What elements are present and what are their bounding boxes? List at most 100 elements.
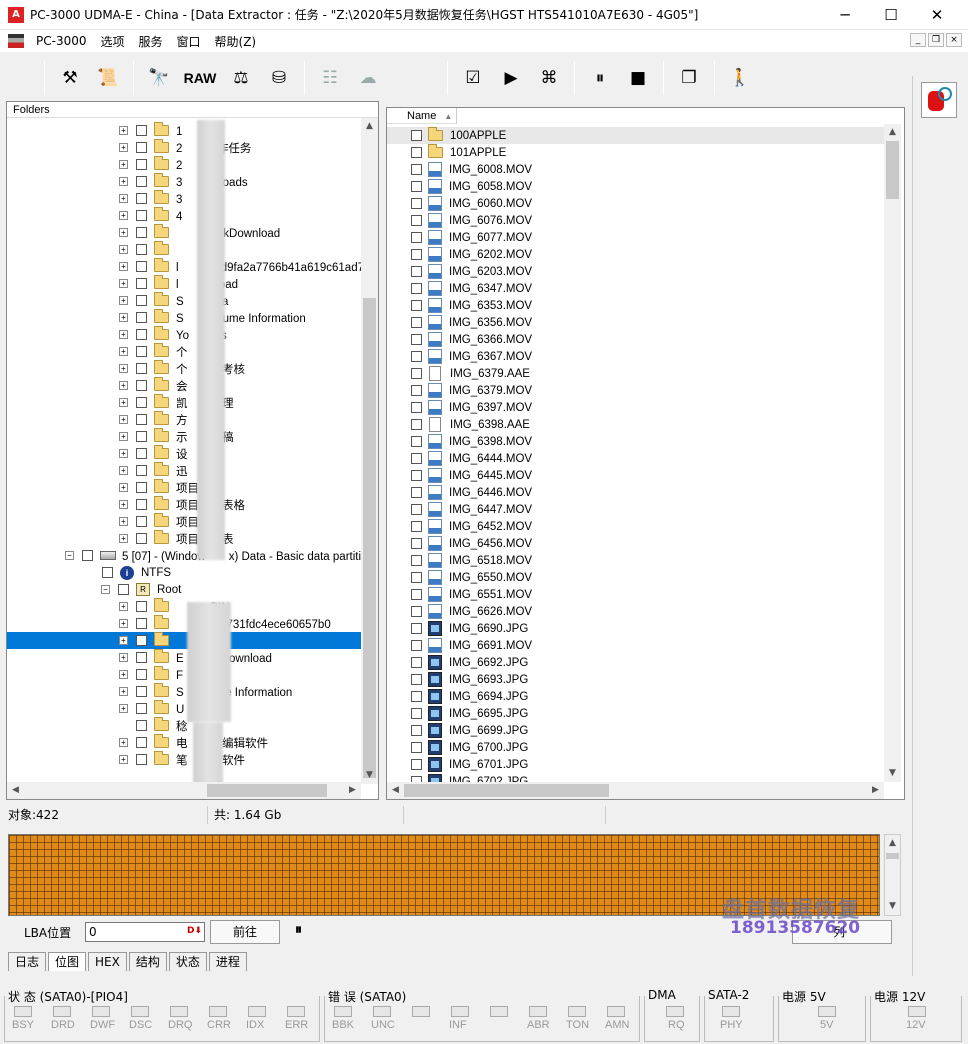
tree-checkbox[interactable] <box>136 380 147 391</box>
menu-help[interactable]: 帮助(Z) <box>208 33 264 50</box>
tree-checkbox[interactable] <box>136 516 147 527</box>
file-row[interactable]: IMG_6077.MOV <box>387 229 884 246</box>
tree-folder-item[interactable]: +3 i <box>119 190 208 207</box>
play-icon[interactable]: ▶ <box>492 60 530 96</box>
scroll-icon[interactable]: 📜 <box>89 60 127 96</box>
scroll-left-icon[interactable]: ◀ <box>7 782 24 799</box>
file-row[interactable]: IMG_6367.MOV <box>387 348 884 365</box>
file-row[interactable]: IMG_6379.MOV <box>387 382 884 399</box>
run-exit-icon[interactable]: 🚶 <box>721 60 759 96</box>
expand-icon[interactable]: + <box>119 619 128 628</box>
map-icon[interactable]: ☁ <box>349 60 387 96</box>
scroll-right-icon[interactable]: ▶ <box>867 782 884 799</box>
collapse-icon[interactable]: − <box>101 585 110 594</box>
tree-checkbox[interactable] <box>136 142 147 153</box>
expand-icon[interactable]: + <box>119 279 128 288</box>
bitmap-pause-button[interactable]: ⏸ <box>295 922 302 938</box>
tree-folder-item[interactable]: +3 wnloads <box>119 173 248 190</box>
tab-status[interactable]: 状态 <box>168 952 207 971</box>
tree-checkbox[interactable] <box>136 720 147 731</box>
tools-icon[interactable]: ⚒ <box>51 60 89 96</box>
tree-checkbox[interactable] <box>136 703 147 714</box>
file-row[interactable]: IMG_6694.JPG <box>387 688 884 705</box>
tree-folder-item[interactable]: + l 725d9fa2a7766b41a619c61ad7 <box>119 258 364 275</box>
file-row[interactable]: IMG_6398.MOV <box>387 433 884 450</box>
file-row[interactable]: 100APPLE <box>387 127 884 144</box>
mdi-restore-button[interactable]: ❐ <box>928 33 944 47</box>
file-checkbox[interactable] <box>411 181 422 192</box>
disk-export-icon[interactable]: ⛁ <box>260 60 298 96</box>
collapse-icon[interactable]: − <box>65 551 74 560</box>
binoculars-icon[interactable]: 🔭 <box>140 60 178 96</box>
expand-icon[interactable]: + <box>119 313 128 322</box>
file-row[interactable]: IMG_6447.MOV <box>387 501 884 518</box>
file-checkbox[interactable] <box>411 436 422 447</box>
expand-icon[interactable]: + <box>119 449 128 458</box>
tree-checkbox[interactable] <box>136 227 147 238</box>
file-checkbox[interactable] <box>411 640 422 651</box>
tab-log[interactable]: 日志 <box>8 952 47 971</box>
file-row[interactable]: IMG_6695.JPG <box>387 705 884 722</box>
file-checkbox[interactable] <box>411 283 422 294</box>
file-checkbox[interactable] <box>411 351 422 362</box>
goto-button[interactable]: 前往 <box>210 920 280 944</box>
file-checkbox[interactable] <box>411 130 422 141</box>
tree-root-item[interactable]: − R Root <box>101 581 181 598</box>
file-checkbox[interactable] <box>411 623 422 634</box>
expand-icon[interactable]: + <box>119 381 128 390</box>
file-checkbox[interactable] <box>411 334 422 345</box>
expand-icon[interactable]: + <box>119 415 128 424</box>
scroll-right-icon[interactable]: ▶ <box>344 782 361 799</box>
file-row[interactable]: IMG_6397.MOV <box>387 399 884 416</box>
file-checkbox[interactable] <box>411 164 422 175</box>
tree-checkbox[interactable] <box>136 346 147 357</box>
tree-checkbox[interactable] <box>136 652 147 663</box>
file-row[interactable]: IMG_6008.MOV <box>387 161 884 178</box>
file-row[interactable]: IMG_6691.MOV <box>387 637 884 654</box>
tree-checkbox[interactable] <box>136 176 147 187</box>
tree-checkbox[interactable] <box>136 431 147 442</box>
tree-folder-item[interactable]: + 项目 表格 <box>119 496 245 513</box>
expand-icon[interactable]: + <box>119 432 128 441</box>
tree-checkbox[interactable] <box>136 295 147 306</box>
expand-icon[interactable]: + <box>119 177 128 186</box>
scroll-down-icon[interactable]: ▼ <box>361 767 378 784</box>
file-row[interactable]: IMG_6356.MOV <box>387 314 884 331</box>
pause-icon[interactable]: ⏸ <box>581 60 619 96</box>
file-checkbox[interactable] <box>411 521 422 532</box>
tree-checkbox[interactable] <box>136 448 147 459</box>
file-row[interactable]: IMG_6690.JPG <box>387 620 884 637</box>
tree-fs-item[interactable]: i NTFS <box>85 564 171 581</box>
file-row[interactable]: IMG_6347.MOV <box>387 280 884 297</box>
expand-icon[interactable]: + <box>119 347 128 356</box>
files-vscroll[interactable]: ▲ ▼ <box>884 124 901 782</box>
file-row[interactable]: IMG_6445.MOV <box>387 467 884 484</box>
tab-process[interactable]: 进程 <box>208 952 247 971</box>
expand-icon[interactable]: + <box>119 398 128 407</box>
file-row[interactable]: IMG_6452.MOV <box>387 518 884 535</box>
minimize-button[interactable]: ─ <box>822 0 868 30</box>
expand-icon[interactable]: + <box>119 211 128 220</box>
file-row[interactable]: IMG_6693.JPG <box>387 671 884 688</box>
file-checkbox[interactable] <box>411 674 422 685</box>
expand-icon[interactable]: + <box>119 500 128 509</box>
tab-structure[interactable]: 结构 <box>128 952 167 971</box>
tree-checkbox[interactable] <box>136 737 147 748</box>
menu-pc3000[interactable]: PC-3000 <box>29 34 93 48</box>
expand-icon[interactable]: + <box>119 738 128 747</box>
menu-service[interactable]: 服务 <box>132 33 170 50</box>
file-row[interactable]: IMG_6692.JPG <box>387 654 884 671</box>
scroll-left-icon[interactable]: ◀ <box>387 782 404 799</box>
expand-icon[interactable]: + <box>119 364 128 373</box>
scroll-up-icon[interactable]: ▲ <box>884 124 901 141</box>
expand-icon[interactable]: + <box>119 143 128 152</box>
file-checkbox[interactable] <box>411 300 422 311</box>
file-checkbox[interactable] <box>411 419 422 430</box>
stop-icon[interactable]: ■ <box>619 60 657 96</box>
tree-checkbox[interactable] <box>136 686 147 697</box>
expand-icon[interactable]: + <box>119 517 128 526</box>
file-row[interactable]: IMG_6700.JPG <box>387 739 884 756</box>
file-checkbox[interactable] <box>411 266 422 277</box>
tree-folder-item[interactable]: + 笔 脑软件 <box>119 751 245 768</box>
files-vscroll-thumb[interactable] <box>886 141 899 199</box>
